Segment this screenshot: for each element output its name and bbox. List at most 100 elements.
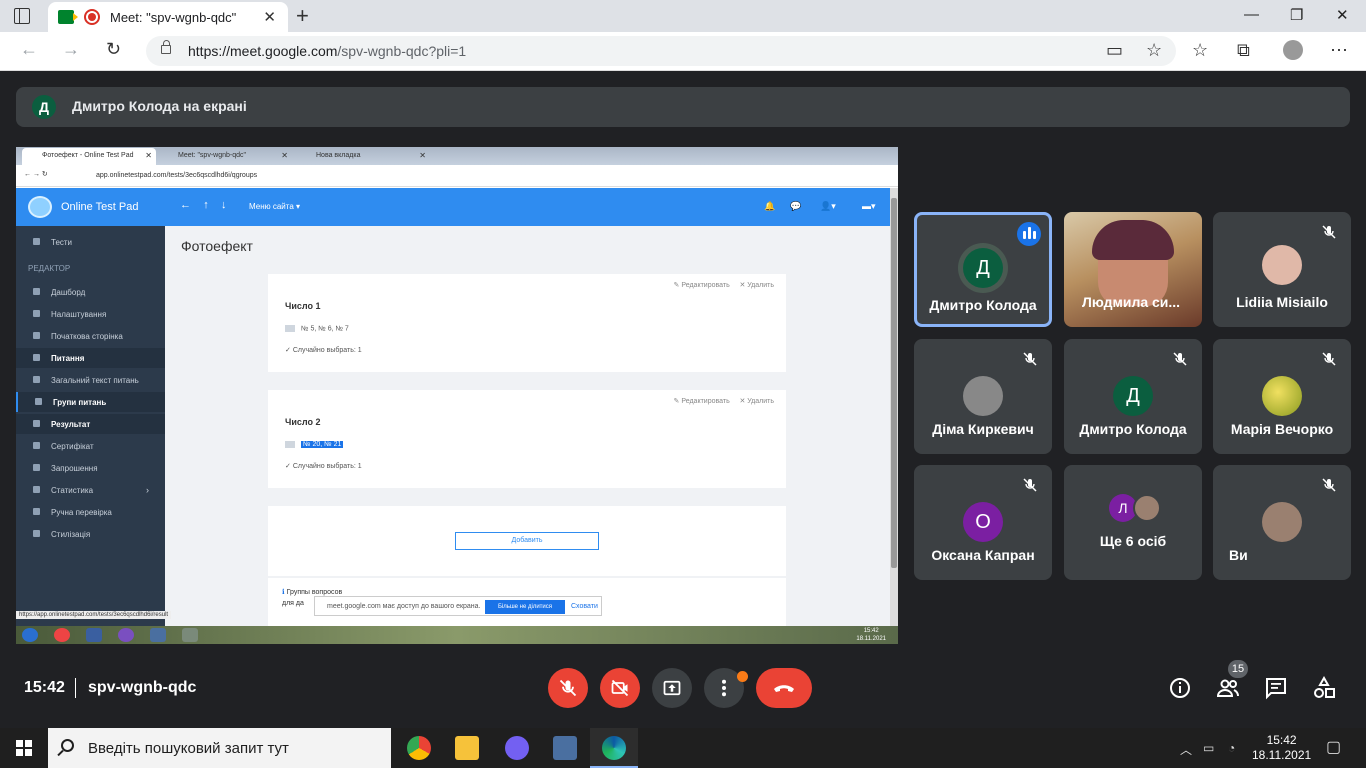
presenting-banner: Д Дмитро Колода на екрані [16, 87, 1350, 127]
taskbar-search[interactable]: Введіть пошуковий запит тут [48, 728, 391, 768]
taskbar-clock[interactable]: 15:42 18.11.2021 [1252, 733, 1311, 763]
participant-tile[interactable]: Марія Вечорко [1213, 339, 1351, 454]
bell-icon: 🔔 [764, 201, 776, 211]
search-placeholder: Введіть пошуковий запит тут [88, 740, 289, 757]
camera-icon[interactable]: ▭ [1106, 40, 1123, 61]
restore-icon[interactable]: ❐ [1290, 6, 1303, 24]
mic-off-icon [1322, 352, 1336, 366]
app-icon [182, 628, 198, 642]
participant-tile[interactable]: Lidiia Misiailo [1213, 212, 1351, 327]
participant-tile[interactable]: Діма Киркевич [914, 339, 1052, 454]
participant-name: Ви [1229, 547, 1248, 563]
participant-name: Оксана Капран [931, 547, 1035, 563]
back-icon[interactable]: ← [20, 39, 38, 60]
taskbar-edge[interactable] [590, 728, 638, 768]
sidebar-item: Початкова сторінка [16, 326, 165, 346]
avatar [1133, 494, 1161, 522]
hair [1092, 220, 1174, 260]
group-title: Число 1 [285, 301, 321, 311]
meeting-code: spv-wgnb-qdc [88, 679, 197, 696]
battery-icon[interactable]: ▭ [1203, 741, 1214, 755]
browser-tab-meet[interactable]: Meet: "spv-wgnb-qdc" ✕ [48, 2, 288, 32]
favorites-icon[interactable]: ☆ [1192, 40, 1208, 61]
windows-taskbar: Введіть пошуковий запит тут ︿ ▭ ◔ 15:42 1… [0, 728, 1366, 768]
meet-favicon-icon [58, 10, 78, 24]
sidebar-item: Налаштування [16, 304, 165, 324]
minimize-icon[interactable]: — [1244, 6, 1259, 23]
sidebar-item: Стилізація [16, 524, 165, 544]
group-random: ✓ Случайно выбрать: 1 [285, 347, 362, 354]
shared-scrollbar [890, 188, 898, 626]
reload-icon[interactable]: ↻ [106, 39, 121, 60]
participant-tile[interactable]: Д Дмитро Колода [1064, 339, 1202, 454]
speaking-icon [1017, 222, 1041, 246]
leave-call-button[interactable] [756, 668, 812, 708]
people-count-badge: 15 [1228, 660, 1248, 678]
sidebar-heading: РЕДАКТОР [28, 264, 71, 273]
shared-clock: 15:42 18.11.2021 [856, 628, 886, 642]
sidebar-item: Групи питань [16, 392, 165, 412]
mic-off-icon [1322, 225, 1336, 239]
participant-name: Марія Вечорко [1230, 421, 1334, 437]
mic-off-icon [1023, 352, 1037, 366]
close-tab-icon[interactable]: ✕ [263, 8, 276, 26]
shared-page-title: Фотоефект [181, 238, 253, 254]
people-icon[interactable] [1216, 676, 1240, 700]
question-group-card: ✎ Редактировать ✕ Удалить Число 2 № 20, … [268, 390, 786, 488]
taskbar-explorer[interactable] [443, 728, 491, 768]
save-icon [86, 628, 102, 642]
shared-tab-bar: Фотоефект - Online Test Pad ✕ Meet: "spv-… [16, 147, 898, 165]
participant-name: Ще 6 осіб [1099, 533, 1167, 549]
collections-icon[interactable]: ⧉ [1237, 40, 1250, 61]
taskbar-viber[interactable] [493, 728, 541, 768]
chat-icon[interactable] [1264, 676, 1288, 700]
tab-actions-icon[interactable] [14, 8, 30, 24]
add-favorite-icon[interactable]: ☆ [1146, 40, 1162, 61]
taskbar-app[interactable] [541, 728, 589, 768]
avatar [963, 376, 1003, 416]
mic-toggle-button[interactable] [548, 668, 588, 708]
browser-toolbar: ← → ↻ https://meet.google.com/spv-wgnb-q… [0, 32, 1366, 71]
shared-taskbar: 15:42 18.11.2021 [16, 626, 898, 644]
notifications-icon[interactable]: ▢ [1326, 737, 1341, 757]
taskbar-chrome[interactable] [395, 728, 443, 768]
windows-start-icon[interactable] [16, 740, 32, 756]
site-menu: Меню сайта ▾ [249, 202, 301, 211]
sidebar-item: Ручна перевірка [16, 502, 165, 522]
add-group-button: Добавить [455, 532, 599, 550]
recording-icon [84, 9, 100, 25]
participant-tile[interactable]: Л Ще 6 осіб [1064, 465, 1202, 580]
tray-chevron-icon[interactable]: ︿ [1180, 741, 1192, 758]
new-tab-icon[interactable]: + [296, 3, 309, 29]
participant-name: Людмила си... [1082, 294, 1181, 310]
participant-tile[interactable]: О Оксана Капран [914, 465, 1052, 580]
present-button[interactable] [652, 668, 692, 708]
shared-tab: Нова вкладка ✕ [316, 151, 426, 160]
address-bar[interactable]: https://meet.google.com/spv-wgnb-qdc?pli… [146, 36, 1176, 66]
activities-icon[interactable] [1312, 676, 1336, 700]
lock-icon[interactable] [161, 40, 171, 54]
viber-icon [118, 628, 134, 642]
info-icon[interactable] [1168, 676, 1192, 700]
participant-tile[interactable]: Д Дмитро Колода [914, 212, 1052, 327]
group-random: ✓ Случайно выбрать: 1 [285, 463, 362, 470]
mic-off-icon [559, 679, 577, 697]
profile-avatar[interactable] [1283, 40, 1303, 60]
participant-tile[interactable]: Людмила си... [1064, 212, 1202, 327]
close-window-icon[interactable]: ✕ [1336, 6, 1349, 24]
chrome-icon [54, 628, 70, 642]
shared-address-bar: ← → ↻ app.onlinetestpad.com/tests/3ec6qs… [16, 165, 898, 187]
presenter-avatar: Д [32, 95, 56, 119]
forward-icon[interactable]: → [62, 39, 80, 60]
avatar [1262, 502, 1302, 542]
wifi-icon[interactable]: ◔ [1228, 741, 1235, 755]
present-screen-icon [663, 680, 681, 696]
participant-tile[interactable]: Ви [1213, 465, 1351, 580]
avatar: О [963, 502, 1003, 542]
participant-name: Діма Киркевич [932, 421, 1034, 437]
search-icon [61, 739, 74, 752]
camera-toggle-button[interactable] [600, 668, 640, 708]
more-icon[interactable]: ⋯ [1330, 40, 1348, 61]
group-items: № 20, № 21 [285, 441, 344, 449]
share-notice-bar: meet.google.com має доступ до вашого екр… [314, 596, 602, 616]
